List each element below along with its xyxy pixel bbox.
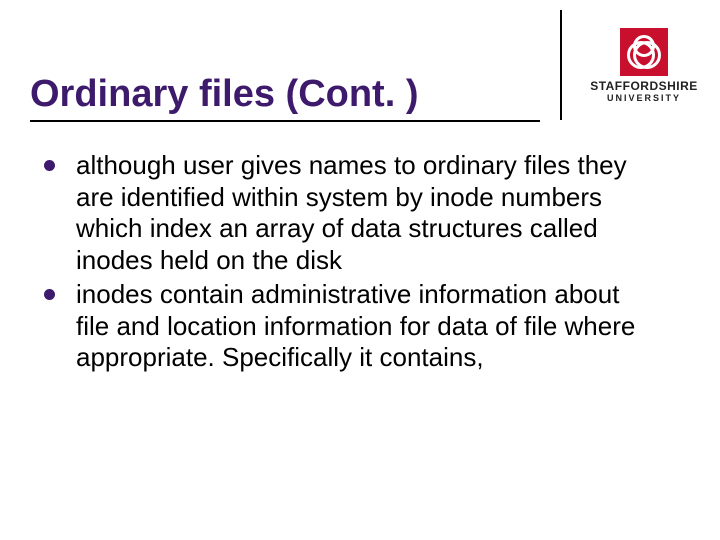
list-item: inodes contain administrative informatio… (40, 279, 640, 374)
slide-title: Ordinary files (Cont. ) (30, 74, 540, 116)
vertical-rule (560, 10, 562, 120)
slide: STAFFORDSHIRE UNIVERSITY Ordinary files … (0, 0, 720, 540)
title-container: Ordinary files (Cont. ) (30, 74, 540, 122)
bullet-list: although user gives names to ordinary fi… (40, 150, 640, 374)
logo-line2: UNIVERSITY (584, 94, 704, 104)
bullet-text: although user gives names to ordinary fi… (76, 150, 627, 275)
content-area: although user gives names to ordinary fi… (40, 150, 640, 376)
logo-text: STAFFORDSHIRE UNIVERSITY (584, 80, 704, 104)
logo-line1: STAFFORDSHIRE (590, 79, 698, 93)
list-item: although user gives names to ordinary fi… (40, 150, 640, 277)
stafford-knot-icon (620, 28, 668, 76)
bullet-text: inodes contain administrative informatio… (76, 279, 635, 372)
university-logo: STAFFORDSHIRE UNIVERSITY (584, 28, 704, 104)
